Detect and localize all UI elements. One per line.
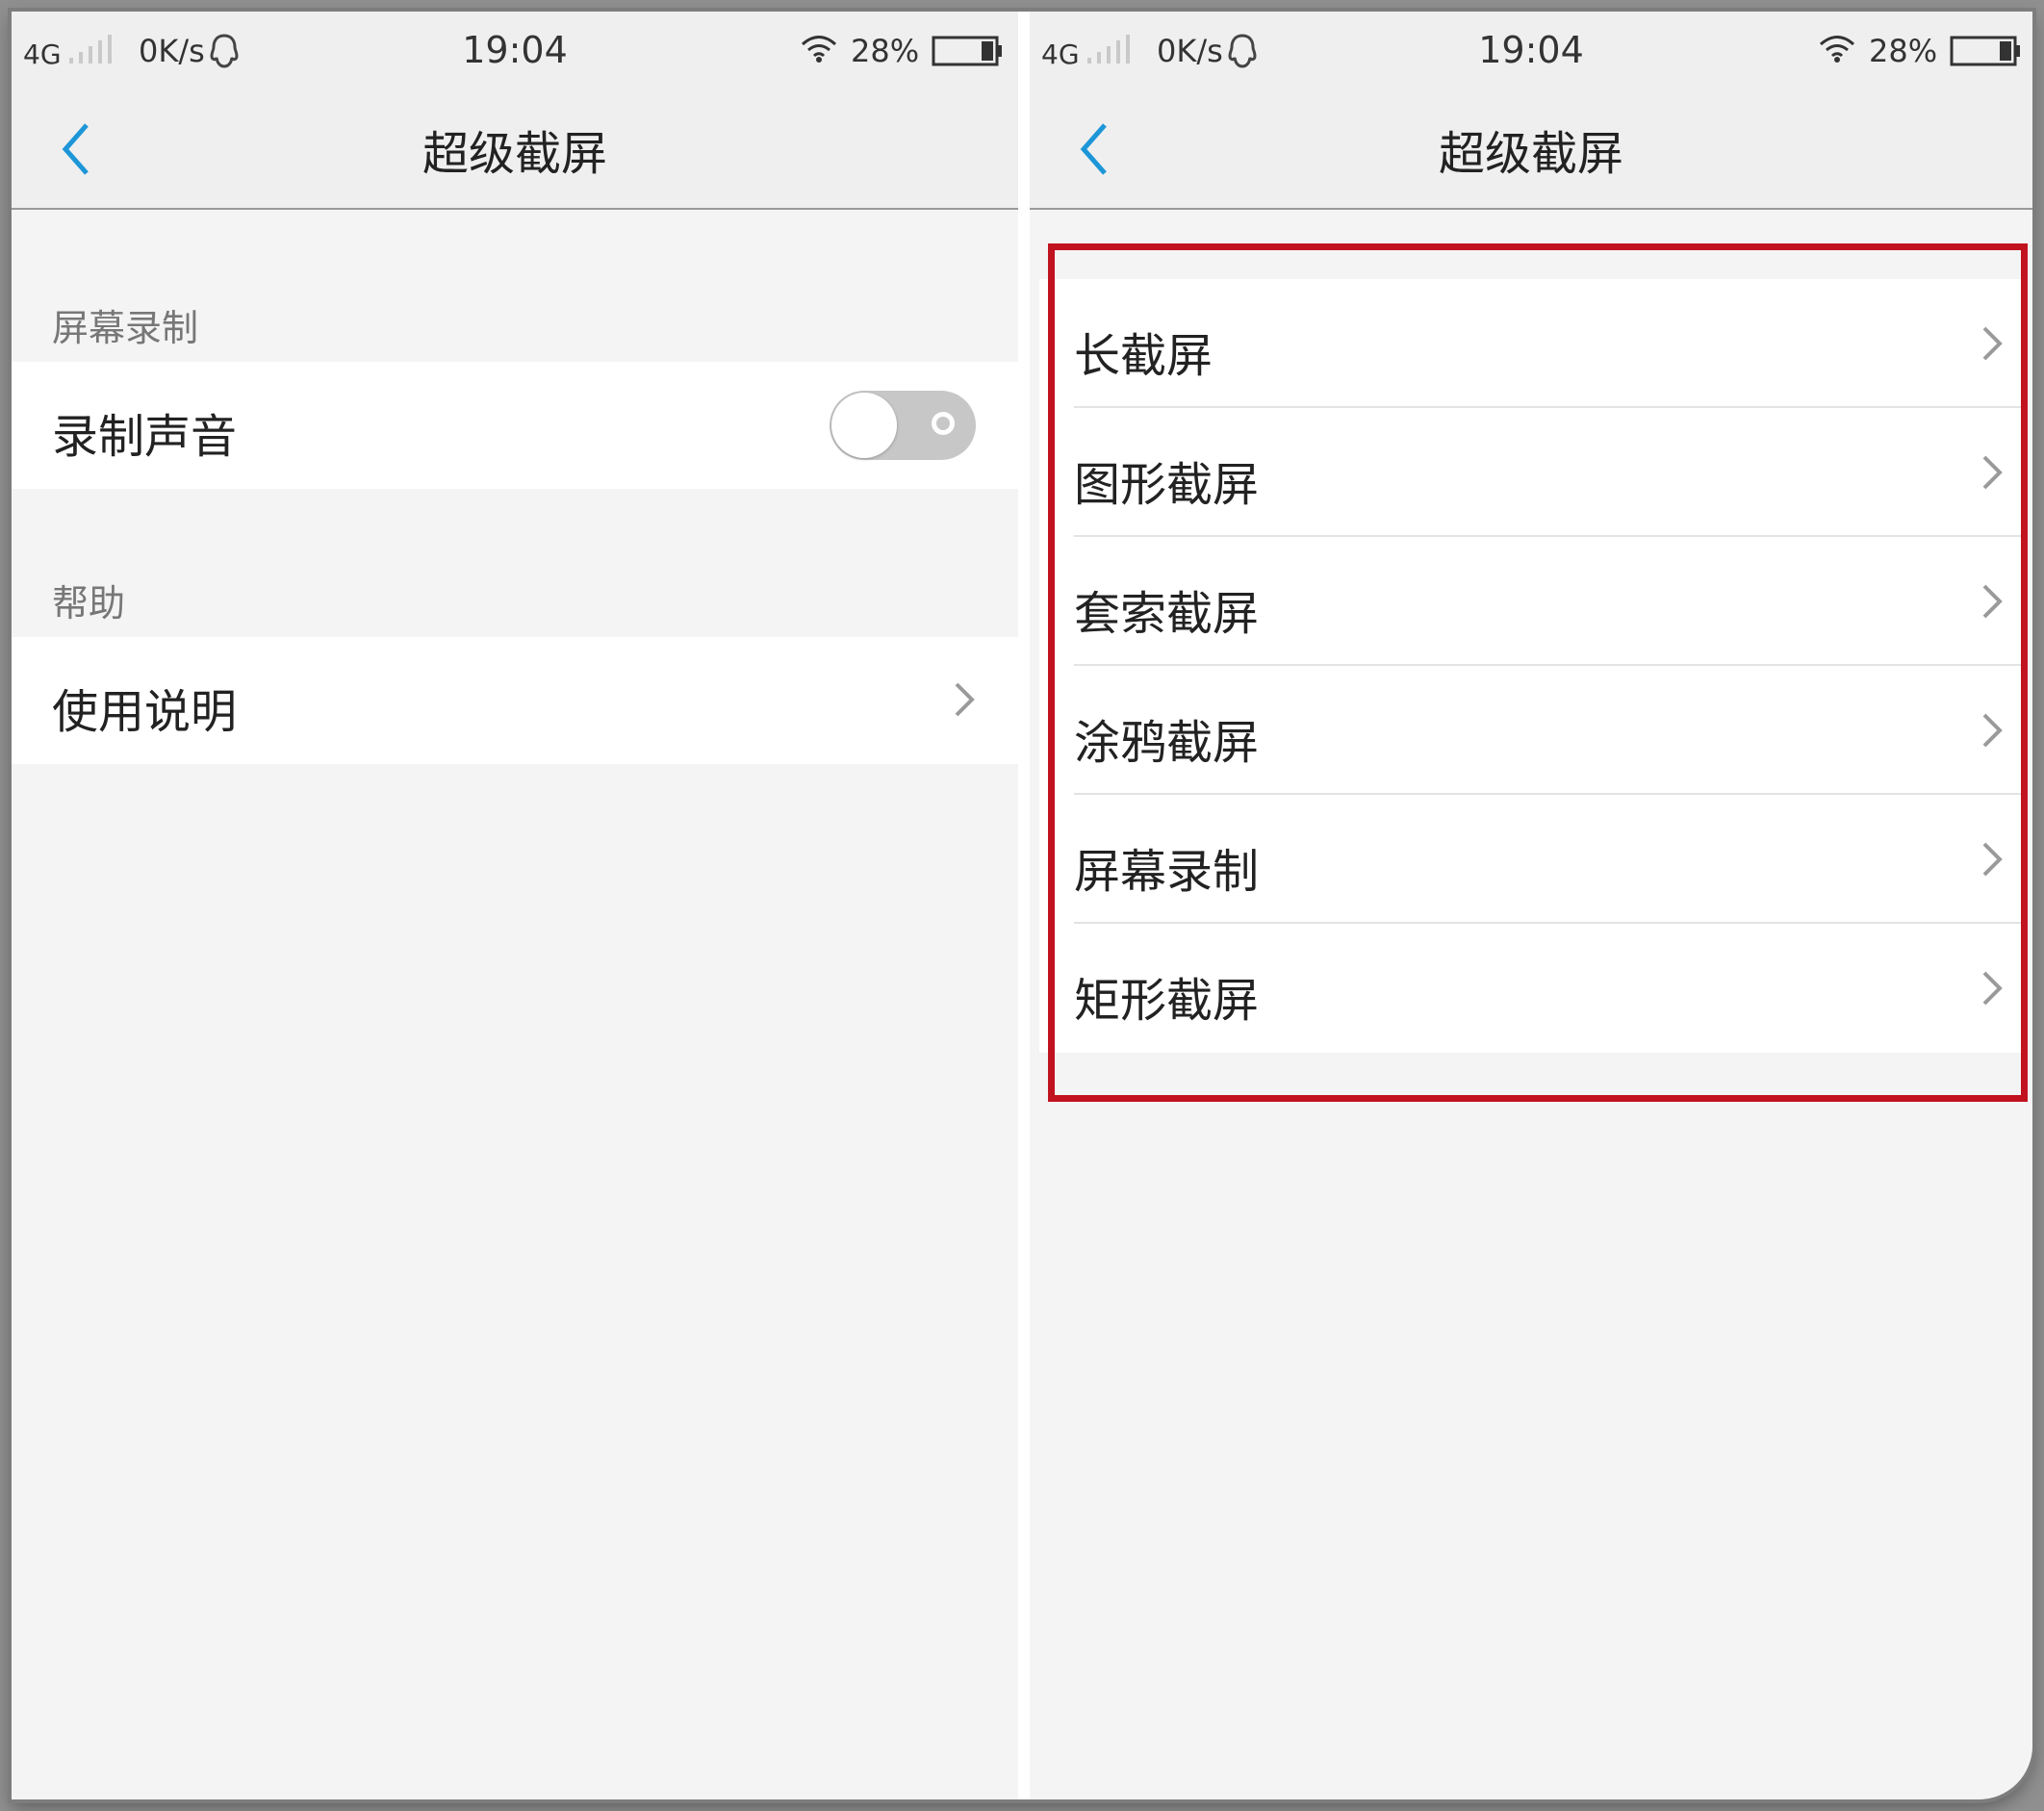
navigation-bar-left: 超级截屏 [12,85,1018,210]
doodle-screenshot-row[interactable]: 涂鸦截屏 [1039,666,2023,795]
chevron-right-icon [955,682,975,717]
screen-recording-label: 屏幕录制 [1074,845,1260,899]
comparison-frame: 4G 0K/s 19:04 28% 超级截屏 屏幕录制 录制声音 帮助 使用说明… [12,12,2032,1799]
wifi-icon [1819,36,1855,63]
lasso-screenshot-label: 套索截屏 [1074,587,1260,641]
screen-divider [1018,12,1030,1799]
chevron-right-icon [1982,584,2003,619]
toggle-off-icon [932,412,955,435]
instructions-row[interactable]: 使用说明 [12,637,1018,764]
help-section-header: 帮助 [52,582,126,625]
record-sound-toggle[interactable] [830,391,976,460]
instructions-label: 使用说明 [52,685,238,739]
navigation-bar-right: 超级截屏 [1030,85,2032,210]
status-bar-left: 4G 0K/s 19:04 28% [12,12,1018,85]
screenshot-options-card: 长截屏 图形截屏 套索截屏 涂鸦截屏 屏幕录制 矩形截屏 [1039,268,2023,1057]
long-screenshot-label: 长截屏 [1074,329,1214,383]
screen-recording-row[interactable]: 屏幕录制 [1039,795,2023,924]
screen-recording-section-header: 屏幕录制 [52,307,199,349]
battery-icon [1950,36,2020,66]
battery-icon [932,36,1002,66]
shape-screenshot-label: 图形截屏 [1074,458,1260,512]
screenshot-options-list: 长截屏 图形截屏 套索截屏 涂鸦截屏 屏幕录制 矩形截屏 [1039,279,2023,1053]
left-screen: 4G 0K/s 19:04 28% 超级截屏 屏幕录制 录制声音 帮助 使用说明 [12,12,1018,1799]
chevron-right-icon [1982,455,2003,490]
rectangle-screenshot-label: 矩形截屏 [1074,974,1260,1028]
record-sound-label: 录制声音 [52,410,238,464]
wifi-icon [801,36,837,63]
chevron-right-icon [1982,971,2003,1006]
right-screen: 4G 0K/s 19:04 28% 超级截屏 长截屏 图形截屏 套索截屏 涂鸦截… [1030,12,2032,1799]
long-screenshot-row[interactable]: 长截屏 [1039,279,2023,408]
page-title: 超级截屏 [1438,127,1623,181]
record-sound-row[interactable]: 录制声音 [12,362,1018,489]
chevron-right-icon [1982,326,2003,361]
toggle-knob [831,393,897,458]
battery-percentage: 28% [1869,33,1938,69]
status-bar-right: 4G 0K/s 19:04 28% [1030,12,2032,85]
page-title: 超级截屏 [422,127,607,181]
lasso-screenshot-row[interactable]: 套索截屏 [1039,537,2023,666]
doodle-screenshot-label: 涂鸦截屏 [1074,716,1260,770]
battery-percentage: 28% [851,33,920,69]
chevron-right-icon [1982,842,2003,877]
chevron-right-icon [1982,713,2003,748]
shape-screenshot-row[interactable]: 图形截屏 [1039,408,2023,537]
rectangle-screenshot-row[interactable]: 矩形截屏 [1039,924,2023,1053]
